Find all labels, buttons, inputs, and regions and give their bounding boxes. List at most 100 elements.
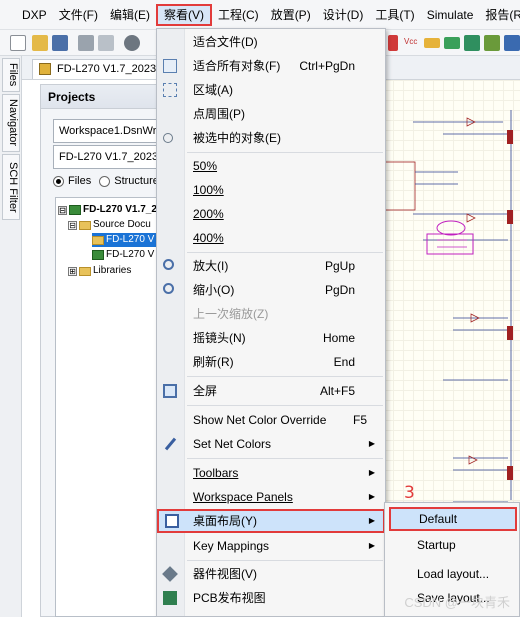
menu-item-label: 50% [193, 159, 218, 173]
sheet-symbol-icon[interactable] [464, 35, 480, 51]
menu-item-set-net-colors[interactable]: Set Net Colors ▶ [157, 432, 385, 456]
menu-separator [187, 560, 383, 561]
menu-project[interactable]: 工程(C) [212, 4, 265, 26]
menu-separator [187, 152, 383, 153]
menu-item-label: Set Net Colors [193, 437, 272, 451]
net-label-icon[interactable] [388, 35, 398, 51]
menu-item-zoom-200[interactable]: 200% [157, 202, 385, 226]
menu-design[interactable]: 设计(D) [317, 4, 370, 26]
menu-tools[interactable]: 工具(T) [369, 4, 420, 26]
view-mode-options: Files Structure [53, 175, 159, 187]
new-document-icon[interactable] [10, 35, 26, 51]
menu-item-label: 适合文件(D) [193, 35, 258, 49]
menu-reports[interactable]: 报告(R [479, 4, 520, 26]
menu-item-pan[interactable]: 摇镜头(N) Home [157, 326, 385, 350]
menu-item-label: 刷新(R) [193, 355, 234, 369]
tree-node-pcb-doc[interactable]: FD-L270 V [92, 248, 154, 262]
files-radio-label: Files [68, 175, 92, 187]
menu-item-show-net-color-override[interactable]: Show Net Color Override F5 [157, 408, 385, 432]
bus-entry-icon[interactable] [444, 37, 460, 49]
menu-item-fit-document[interactable]: 适合文件(D) [157, 30, 385, 54]
collapse-toggle-icon[interactable]: ⊟ [58, 205, 67, 215]
menu-item-label: 缩小(O) [193, 283, 235, 297]
menu-item-zoom-out[interactable]: 缩小(O) PgDn [157, 278, 385, 302]
menu-item-label: Key Mappings [193, 539, 270, 553]
print-icon[interactable] [78, 35, 94, 51]
menu-simulate[interactable]: Simulate [421, 4, 480, 26]
tab-navigator[interactable]: Navigator [2, 94, 20, 152]
menu-item-pcb-release-view[interactable]: PCB发布视图 [157, 586, 385, 610]
workspace-selector[interactable]: Workspace1.DsnWrk [53, 119, 171, 143]
menu-place[interactable]: 放置(P) [265, 4, 317, 26]
submenu-arrow-icon: ▶ [368, 516, 375, 525]
menu-edit[interactable]: 编辑(E) [104, 4, 156, 26]
menu-item-previous-zoom: 上一次缩放(Z) [157, 302, 385, 326]
tree-node-label: Source Docu [93, 219, 151, 230]
port-icon[interactable] [424, 38, 440, 48]
menu-item-key-mappings[interactable]: Key Mappings ▶ [157, 534, 385, 558]
menu-item-label: Workspace Panels [193, 490, 293, 504]
menu-item-zoom-100[interactable]: 100% [157, 178, 385, 202]
menu-item-label: Show Net Color Override [193, 413, 327, 427]
menu-item-device-view[interactable]: 器件视图(V) [157, 562, 385, 586]
menu-dxp[interactable]: DXP [16, 4, 53, 26]
menu-item-desktop-layouts[interactable]: 桌面布局(Y) ▶ [157, 509, 385, 533]
full-screen-icon [163, 384, 177, 398]
menu-item-label: 上一次缩放(Z) [193, 307, 269, 321]
print-preview-icon[interactable] [98, 35, 114, 51]
structure-radio[interactable] [99, 175, 111, 187]
menu-view[interactable]: 察看(V) [156, 3, 213, 26]
submenu-item-load-layout[interactable]: Load layout... [385, 562, 519, 586]
menu-item-label: 400% [193, 231, 224, 245]
menu-item-selected-objects[interactable]: 被选中的对象(E) [157, 126, 385, 150]
menu-item-label: 100% [193, 183, 224, 197]
tree-node-label: FD-L270 V1.7_2 [83, 204, 157, 215]
submenu-arrow-icon: ▶ [368, 439, 375, 448]
menu-item-label: PCB发布视图 [193, 591, 266, 605]
menu-separator [187, 376, 383, 377]
menu-item-fit-all-objects[interactable]: 适合所有对象(F) Ctrl+PgDn [157, 54, 385, 78]
tree-node-project[interactable]: ⊟ FD-L270 V1.7_2 [58, 203, 157, 217]
tree-node-label: FD-L270 V [106, 249, 155, 260]
menu-item-label: 适合所有对象(F) [193, 59, 281, 73]
menu-item-zoom-in[interactable]: 放大(I) PgUp [157, 254, 385, 278]
component-icon[interactable] [124, 35, 140, 51]
vcc-power-icon[interactable]: Vcc [404, 37, 417, 46]
tree-node-source-documents[interactable]: ⊟ Source Docu [68, 218, 151, 232]
menu-item-full-screen[interactable]: 全屏 Alt+F5 [157, 379, 385, 403]
submenu-item-default[interactable]: Default [389, 507, 517, 531]
menu-item-toolbars[interactable]: Toolbars ▶ [157, 461, 385, 485]
menu-file[interactable]: 文件(F) [53, 4, 104, 26]
folder-icon [79, 220, 91, 230]
collapse-toggle-icon[interactable]: ⊟ [68, 220, 77, 230]
menu-item-area[interactable]: 区域(A) [157, 78, 385, 102]
files-radio[interactable] [53, 175, 64, 187]
menu-separator [187, 405, 383, 406]
expand-toggle-icon[interactable]: ⊞ [68, 266, 77, 276]
tree-node-libraries[interactable]: ⊞ Libraries [68, 264, 131, 278]
folder-icon [79, 266, 91, 276]
menu-item-zoom-50[interactable]: 50% [157, 154, 385, 178]
menu-item-shortcut: Ctrl+PgDn [299, 59, 355, 73]
submenu-item-startup[interactable]: Startup [385, 533, 519, 557]
save-icon[interactable] [52, 35, 68, 51]
schematic-doc-icon [92, 235, 104, 245]
tab-files[interactable]: Files [2, 58, 20, 92]
tree-node-label: FD-L270 V [106, 234, 155, 245]
view-menu-dropdown: 适合文件(D) 适合所有对象(F) Ctrl+PgDn 区域(A) 点周围(P)… [156, 28, 386, 617]
projects-panel: Projects Workspace1.DsnWrk FD-L270 V1.7_… [40, 84, 171, 617]
menu-item-around-point[interactable]: 点周围(P) [157, 102, 385, 126]
menu-item-label: 区域(A) [193, 83, 233, 97]
menu-item-zoom-400[interactable]: 400% [157, 226, 385, 250]
directive-icon[interactable] [504, 35, 520, 51]
project-selector[interactable]: FD-L270 V1.7_202302 [53, 145, 171, 169]
zoom-out-icon [163, 283, 174, 294]
menu-item-workspace-panels[interactable]: Workspace Panels ▶ [157, 485, 385, 509]
projects-panel-title: Projects [41, 85, 169, 109]
menu-bar: DXP 文件(F) 编辑(E) 察看(V) 工程(C) 放置(P) 设计(D) … [0, 0, 520, 30]
harness-icon[interactable] [484, 35, 500, 51]
menu-item-refresh[interactable]: 刷新(R) End [157, 350, 385, 374]
desktop-layout-icon [165, 514, 179, 528]
tab-sch-filter[interactable]: SCH Filter [2, 154, 20, 220]
open-folder-icon[interactable] [32, 35, 48, 51]
